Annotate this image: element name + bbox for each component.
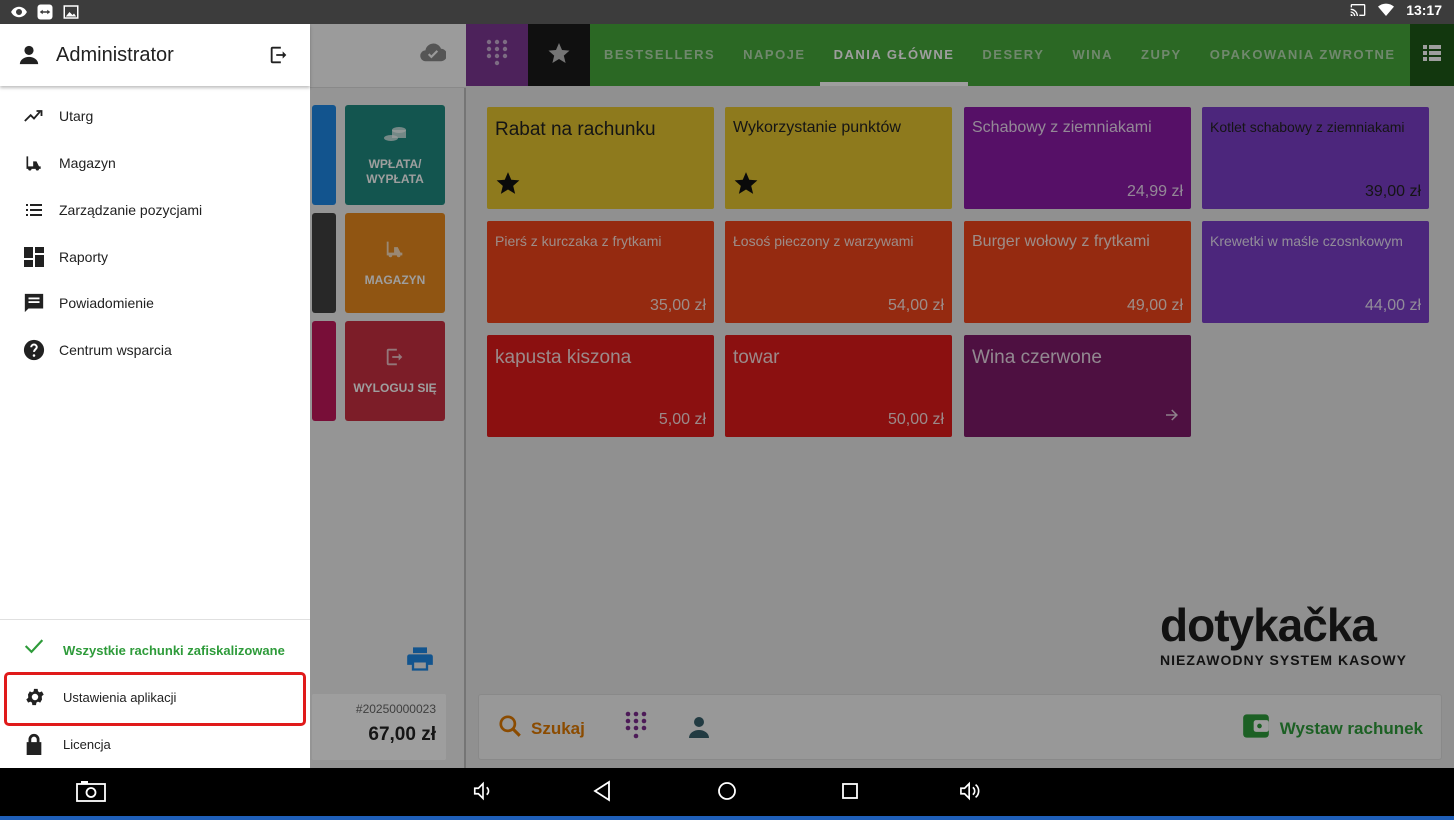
menu-item-powiadomienie[interactable]: Powiadomienie	[0, 280, 310, 326]
logout-icon[interactable]	[268, 44, 290, 71]
menu-item-utarg[interactable]: Utarg	[0, 93, 310, 139]
eye-icon	[10, 3, 28, 21]
highlight-box	[4, 672, 306, 726]
drawer-scrim[interactable]	[310, 24, 1454, 768]
status-bar: 13:17	[0, 0, 1454, 24]
screenshot-icon[interactable]	[76, 780, 106, 807]
menu-item-raporty[interactable]: Raporty	[0, 234, 310, 280]
menu-item-label: Licencja	[63, 737, 111, 752]
menu-item-centrum-wsparcia[interactable]: Centrum wsparcia	[0, 327, 310, 373]
taskbar-strip	[0, 816, 1454, 820]
menu-item-zarzadzanie-pozycjami[interactable]: Zarządzanie pozycjami	[0, 187, 310, 233]
forklift-icon	[22, 151, 46, 175]
volume-up-icon[interactable]	[958, 780, 984, 807]
menu-item-label: Zarządzanie pozycjami	[59, 202, 203, 218]
lock-icon	[24, 733, 44, 760]
fiscal-status-label: Wszystkie rachunki zafiskalizowane	[63, 643, 285, 658]
home-icon[interactable]	[716, 780, 738, 807]
status-time: 13:17	[1406, 2, 1442, 18]
menu-item-label: Centrum wsparcia	[59, 342, 172, 358]
cast-icon	[1350, 2, 1366, 18]
dashboard-icon	[22, 245, 46, 269]
menu-item-license[interactable]: Licencja	[0, 722, 310, 768]
drawer-user-name: Administrator	[56, 44, 174, 66]
check-icon	[24, 638, 44, 659]
user-icon	[18, 44, 40, 71]
wifi-icon	[1378, 2, 1395, 18]
back-icon[interactable]	[592, 780, 612, 807]
volume-down-icon[interactable]	[472, 780, 494, 807]
menu-item-label: Powiadomienie	[59, 295, 154, 311]
list-icon	[22, 198, 46, 222]
fiscal-status: Wszystkie rachunki zafiskalizowane	[0, 630, 310, 670]
system-nav-bar	[0, 768, 1454, 816]
drawer-divider	[0, 619, 310, 620]
recents-icon[interactable]	[840, 780, 860, 807]
trending-up-icon	[22, 104, 46, 128]
message-icon	[22, 291, 46, 315]
menu-item-label: Magazyn	[59, 155, 116, 171]
navigation-drawer: Administrator Utarg Magazyn Zarządzanie …	[0, 24, 310, 768]
menu-item-label: Utarg	[59, 108, 94, 124]
image-icon	[62, 3, 80, 21]
menu-item-magazyn[interactable]: Magazyn	[0, 140, 310, 186]
teamviewer-icon	[36, 3, 54, 21]
help-icon	[22, 338, 46, 362]
menu-item-label: Raporty	[59, 249, 109, 265]
drawer-header: Administrator	[0, 24, 310, 86]
